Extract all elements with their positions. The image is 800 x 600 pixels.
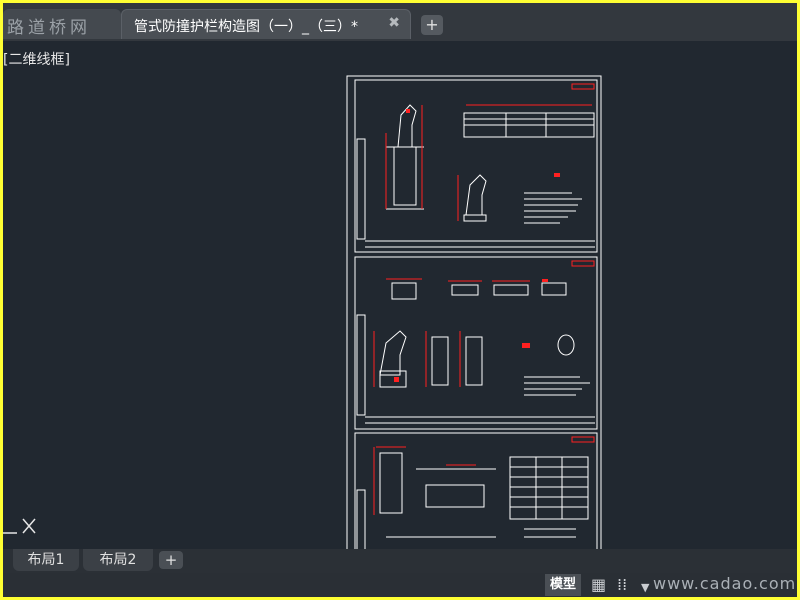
sheet-3-border bbox=[354, 432, 598, 551]
layout-tab-bar: 布局1 布局2 + bbox=[3, 549, 797, 573]
tab-title: 管式防撞护栏构造图（一）_（三）* bbox=[134, 19, 358, 35]
status-bar: 模型 ▦ ⁞⁞ ▼ www.cadao.com bbox=[3, 573, 797, 597]
grid-icon[interactable]: ▦ bbox=[591, 576, 606, 594]
model-space-button[interactable]: 模型 bbox=[545, 574, 581, 596]
site-watermark: 路道桥网 bbox=[7, 18, 91, 38]
sheet-1-border bbox=[354, 79, 598, 253]
close-icon[interactable]: ✖ bbox=[388, 15, 400, 31]
new-tab-button[interactable]: + bbox=[421, 15, 443, 35]
dropdown-icon[interactable]: ▼ bbox=[641, 579, 649, 597]
visual-style-label[interactable]: [二维线框] bbox=[3, 49, 70, 69]
add-layout-button[interactable]: + bbox=[159, 551, 183, 569]
cad-drawing[interactable] bbox=[346, 75, 606, 551]
app-window: 路道桥网 管式防撞护栏构造图（一）_（三）* ✖ + [二维线框] 布局1 布局… bbox=[3, 3, 797, 597]
site-watermark-footer: www.cadao.com bbox=[653, 574, 797, 593]
tab-active-document[interactable]: 管式防撞护栏构造图（一）_（三）* ✖ bbox=[121, 9, 411, 39]
tab-layout-1[interactable]: 布局1 bbox=[13, 549, 79, 571]
tab-previous-document[interactable]: 路道桥网 bbox=[3, 9, 121, 39]
document-tab-bar: 路道桥网 管式防撞护栏构造图（一）_（三）* ✖ + bbox=[3, 3, 797, 41]
tab-layout-2[interactable]: 布局2 bbox=[83, 549, 153, 571]
snap-icon[interactable]: ⁞⁞ bbox=[617, 576, 627, 594]
ucs-icon bbox=[3, 518, 36, 534]
